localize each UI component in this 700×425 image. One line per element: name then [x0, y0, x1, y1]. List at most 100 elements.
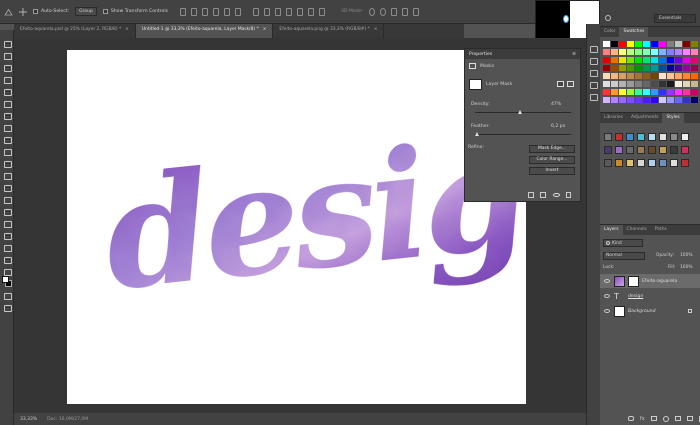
move-tool-options-icon[interactable]	[19, 7, 27, 16]
gradient-tool-icon[interactable]	[3, 172, 12, 180]
filter-kind-dropdown[interactable]: Kind	[603, 239, 643, 247]
tab-adjustments[interactable]: Adjustments	[627, 113, 663, 123]
color-swatch[interactable]	[643, 97, 650, 103]
brush-tool-icon[interactable]	[3, 124, 12, 132]
fx-icon[interactable]: fx	[640, 416, 645, 422]
align-hcenter-icon[interactable]	[224, 7, 231, 16]
new-layer-icon[interactable]	[686, 416, 693, 421]
select-pixel-mask-icon[interactable]	[557, 81, 564, 87]
color-swatch[interactable]	[643, 73, 650, 79]
color-swatch[interactable]	[603, 65, 610, 71]
tab-untitled-1[interactable]: Untitled-1 @ 33,3% (Efeito-aquarela, Lay…	[135, 24, 274, 38]
color-swatch[interactable]	[627, 41, 634, 47]
layer-mask-thumbnail[interactable]	[469, 79, 482, 90]
hand-tool-icon[interactable]	[3, 256, 12, 264]
color-swatch[interactable]	[691, 89, 698, 95]
color-swatch[interactable]	[667, 41, 674, 47]
show-transform-checkbox[interactable]: Show Transform Controls	[102, 9, 168, 14]
color-swatch[interactable]	[635, 81, 642, 87]
color-swatch[interactable]	[675, 89, 682, 95]
color-swatch[interactable]	[651, 89, 658, 95]
style-preset[interactable]	[637, 146, 645, 154]
dodge-tool-icon[interactable]	[3, 196, 12, 204]
color-swatch[interactable]	[691, 81, 698, 87]
invert-button[interactable]: Invert	[529, 167, 575, 175]
color-swatch[interactable]	[611, 65, 618, 71]
color-swatch[interactable]	[611, 97, 618, 103]
color-swatch[interactable]	[691, 97, 698, 103]
doc-size-info[interactable]: Doc: 16,0M/27,0M	[47, 417, 88, 422]
color-swatch[interactable]	[667, 89, 674, 95]
style-preset[interactable]	[648, 159, 656, 167]
color-swatch[interactable]	[683, 73, 690, 79]
color-swatch[interactable]	[691, 57, 698, 63]
lasso-tool-icon[interactable]	[3, 64, 12, 72]
layer-row-design[interactable]: T design	[600, 289, 700, 303]
color-swatch[interactable]	[659, 41, 666, 47]
color-swatch[interactable]	[683, 97, 690, 103]
align-top-icon[interactable]	[180, 7, 187, 16]
color-swatch[interactable]	[667, 73, 674, 79]
color-swatch[interactable]	[683, 89, 690, 95]
shape-tool-icon[interactable]	[3, 244, 12, 252]
tab-efeito-psd[interactable]: Efeito-aquarela.psd @ 25% (Layer 2, RGB/…	[14, 24, 136, 38]
color-swatch[interactable]	[619, 81, 626, 87]
color-swatch[interactable]	[643, 49, 650, 55]
layer-mask-thumbnail[interactable]	[628, 275, 639, 287]
color-swatch[interactable]	[675, 81, 682, 87]
density-slider[interactable]	[475, 110, 571, 114]
3d-roll-icon[interactable]	[380, 7, 386, 16]
history-brush-tool-icon[interactable]	[3, 148, 12, 156]
color-swatch[interactable]	[611, 81, 618, 87]
color-swatch[interactable]	[627, 57, 634, 63]
color-swatch[interactable]	[635, 57, 642, 63]
style-preset[interactable]	[681, 159, 689, 167]
style-preset[interactable]	[626, 133, 634, 141]
style-preset[interactable]	[670, 159, 678, 167]
color-swatch[interactable]	[691, 41, 698, 47]
style-preset[interactable]	[681, 146, 689, 154]
close-icon[interactable]: ×	[263, 27, 267, 35]
color-range-button[interactable]: Color Range...	[529, 156, 575, 164]
3d-slide-icon[interactable]	[402, 7, 408, 16]
color-swatch[interactable]	[651, 65, 658, 71]
actions-icon[interactable]	[590, 58, 598, 65]
style-preset[interactable]	[659, 133, 667, 141]
color-swatch[interactable]	[635, 49, 642, 55]
align-vcenter-icon[interactable]	[191, 7, 198, 16]
style-preset[interactable]	[648, 146, 656, 154]
zoom-tool-icon[interactable]	[3, 268, 12, 276]
style-preset[interactable]	[604, 133, 612, 141]
add-mask-icon[interactable]	[650, 416, 657, 421]
tab-color[interactable]: Color	[600, 27, 619, 37]
color-swatch[interactable]	[683, 41, 690, 47]
workspace-dropdown[interactable]: Essentials	[654, 14, 696, 23]
color-swatch[interactable]	[635, 97, 642, 103]
path-select-tool-icon[interactable]	[3, 232, 12, 240]
auto-select-dropdown[interactable]: Group	[75, 7, 97, 16]
color-swatch[interactable]	[683, 57, 690, 63]
distribute-right-icon[interactable]	[308, 7, 315, 16]
color-swatch[interactable]	[619, 65, 626, 71]
color-swatch[interactable]	[603, 49, 610, 55]
brushes-icon[interactable]	[590, 70, 598, 77]
color-swatch[interactable]	[643, 41, 650, 47]
feather-slider-knob[interactable]	[475, 132, 480, 136]
3d-scale-icon[interactable]	[413, 7, 419, 16]
color-swatch[interactable]	[627, 49, 634, 55]
layer-row-efeito[interactable]: Efeito-aquarela	[600, 274, 700, 288]
color-swatch[interactable]	[627, 89, 634, 95]
style-preset[interactable]	[670, 133, 678, 141]
screen-mode-icon[interactable]	[3, 304, 12, 312]
history-icon[interactable]	[590, 46, 598, 53]
color-swatch[interactable]	[651, 49, 658, 55]
density-value[interactable]: 47%	[551, 102, 561, 107]
color-swatch[interactable]	[603, 73, 610, 79]
tab-swatches[interactable]: Swatches	[619, 27, 649, 37]
trash-icon[interactable]	[566, 192, 571, 198]
opacity-value[interactable]: 100%	[680, 253, 693, 258]
color-swatch[interactable]	[651, 73, 658, 79]
document-canvas[interactable]: design	[67, 50, 632, 404]
color-swatch[interactable]	[651, 57, 658, 63]
align-bottom-icon[interactable]	[202, 7, 209, 16]
